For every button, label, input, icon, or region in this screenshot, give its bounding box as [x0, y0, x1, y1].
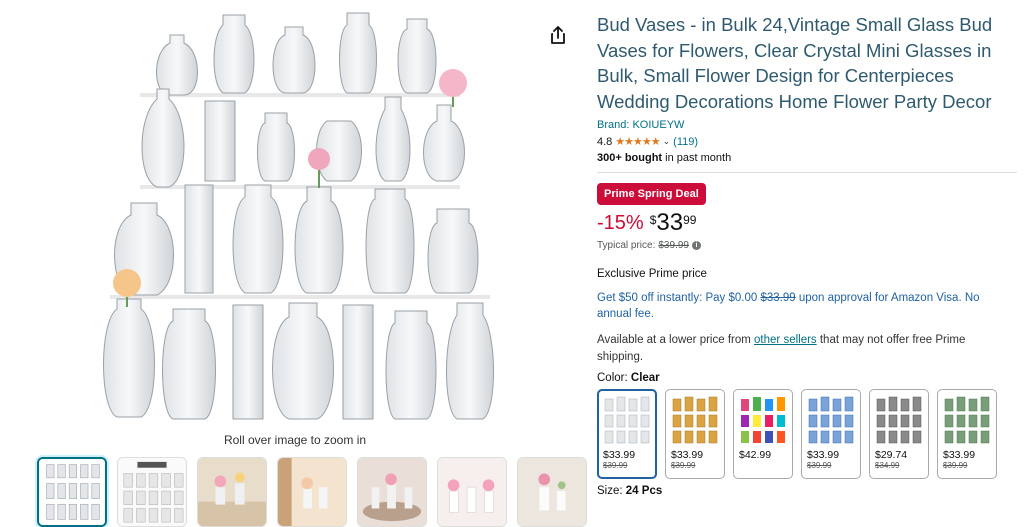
other-sellers-link[interactable]: other sellers — [754, 334, 817, 346]
color-swatches: $33.99 $39.99 $33.99 $39.99 $42.99 $33.9… — [597, 389, 1017, 480]
typical-price: Typical price: $39.99 i — [597, 240, 1017, 251]
color-swatch-blue[interactable]: $33.99 $39.99 — [801, 389, 861, 480]
thumbnail-strip — [37, 457, 587, 527]
share-icon[interactable] — [548, 25, 568, 45]
exclusive-prime-price: Exclusive Prime price — [597, 268, 707, 281]
thumbnail-7[interactable] — [517, 457, 587, 527]
swatch-price: $33.99 — [671, 449, 704, 462]
product-title: Bud Vases - in Bulk 24,Vintage Small Gla… — [597, 14, 993, 112]
swatch-old-price: $39.99 — [807, 461, 832, 471]
swatch-old-price: $39.99 — [943, 461, 968, 471]
price-whole: 33 — [656, 209, 684, 237]
swatch-price: $42.99 — [739, 449, 772, 462]
price-currency: $ — [649, 213, 657, 228]
color-swatch-gray[interactable]: $29.74 $34.99 — [869, 389, 929, 480]
visa-offer-link[interactable]: Get $50 off instantly: Pay $0.00 $33.99 … — [597, 290, 997, 322]
star-rating-icon[interactable]: ★★★★★ — [615, 135, 660, 148]
thumbnail-5[interactable] — [357, 457, 427, 527]
swatch-price: $33.99 — [603, 449, 636, 462]
thumbnail-6[interactable] — [437, 457, 507, 527]
swatch-price: $33.99 — [807, 449, 840, 462]
review-count-link[interactable]: (119) — [673, 136, 698, 148]
swatch-old-price: $34.99 — [875, 461, 900, 471]
color-swatch-green[interactable]: $33.99 $39.99 — [937, 389, 997, 480]
color-label: Color: Clear — [597, 372, 660, 385]
zoom-hint: Roll over image to zoom in — [223, 433, 367, 447]
info-icon[interactable]: i — [691, 241, 701, 251]
swatch-old-price: $39.99 — [671, 461, 696, 471]
color-swatch-clear[interactable]: $33.99 $39.99 — [597, 389, 657, 480]
swatch-price: $33.99 — [943, 449, 976, 462]
color-value: Clear — [630, 372, 660, 385]
divider — [597, 172, 1017, 174]
color-swatch-amber[interactable]: $33.99 $39.99 — [665, 389, 725, 480]
thumbnail-3[interactable] — [197, 457, 267, 527]
typical-price-value: $39.99 — [658, 240, 689, 252]
brand-link[interactable]: Brand: KOIUEYW — [597, 119, 1017, 131]
price-fraction: 99 — [683, 213, 697, 228]
thumbnail-1[interactable] — [37, 457, 107, 527]
product-details: Bud Vases - in Bulk 24,Vintage Small Gla… — [597, 12, 1017, 497]
lower-price-note: Available at a lower price from other se… — [597, 334, 966, 364]
swatch-price: $29.74 — [875, 449, 908, 462]
swatch-old-price: $39.99 — [603, 461, 628, 471]
deal-badge: Prime Spring Deal — [597, 183, 706, 206]
rating-value: 4.8 — [597, 135, 613, 148]
thumbnail-4[interactable] — [277, 457, 347, 527]
bought-count: 300+ bought in past month — [597, 152, 732, 165]
size-value: 24 Pcs — [625, 485, 663, 498]
main-product-image[interactable] — [95, 5, 495, 425]
chevron-down-icon[interactable]: ⌄ — [663, 136, 671, 147]
thumbnail-2[interactable] — [117, 457, 187, 527]
size-label: Size: 24 Pcs — [597, 485, 663, 498]
rating-row: 4.8 ★★★★★ ⌄ (119) — [597, 135, 1017, 149]
price-row: -15% $ 33 99 — [597, 210, 1017, 236]
discount-percent: -15% — [597, 212, 644, 235]
color-swatch-multicolor[interactable]: $42.99 — [733, 389, 793, 480]
